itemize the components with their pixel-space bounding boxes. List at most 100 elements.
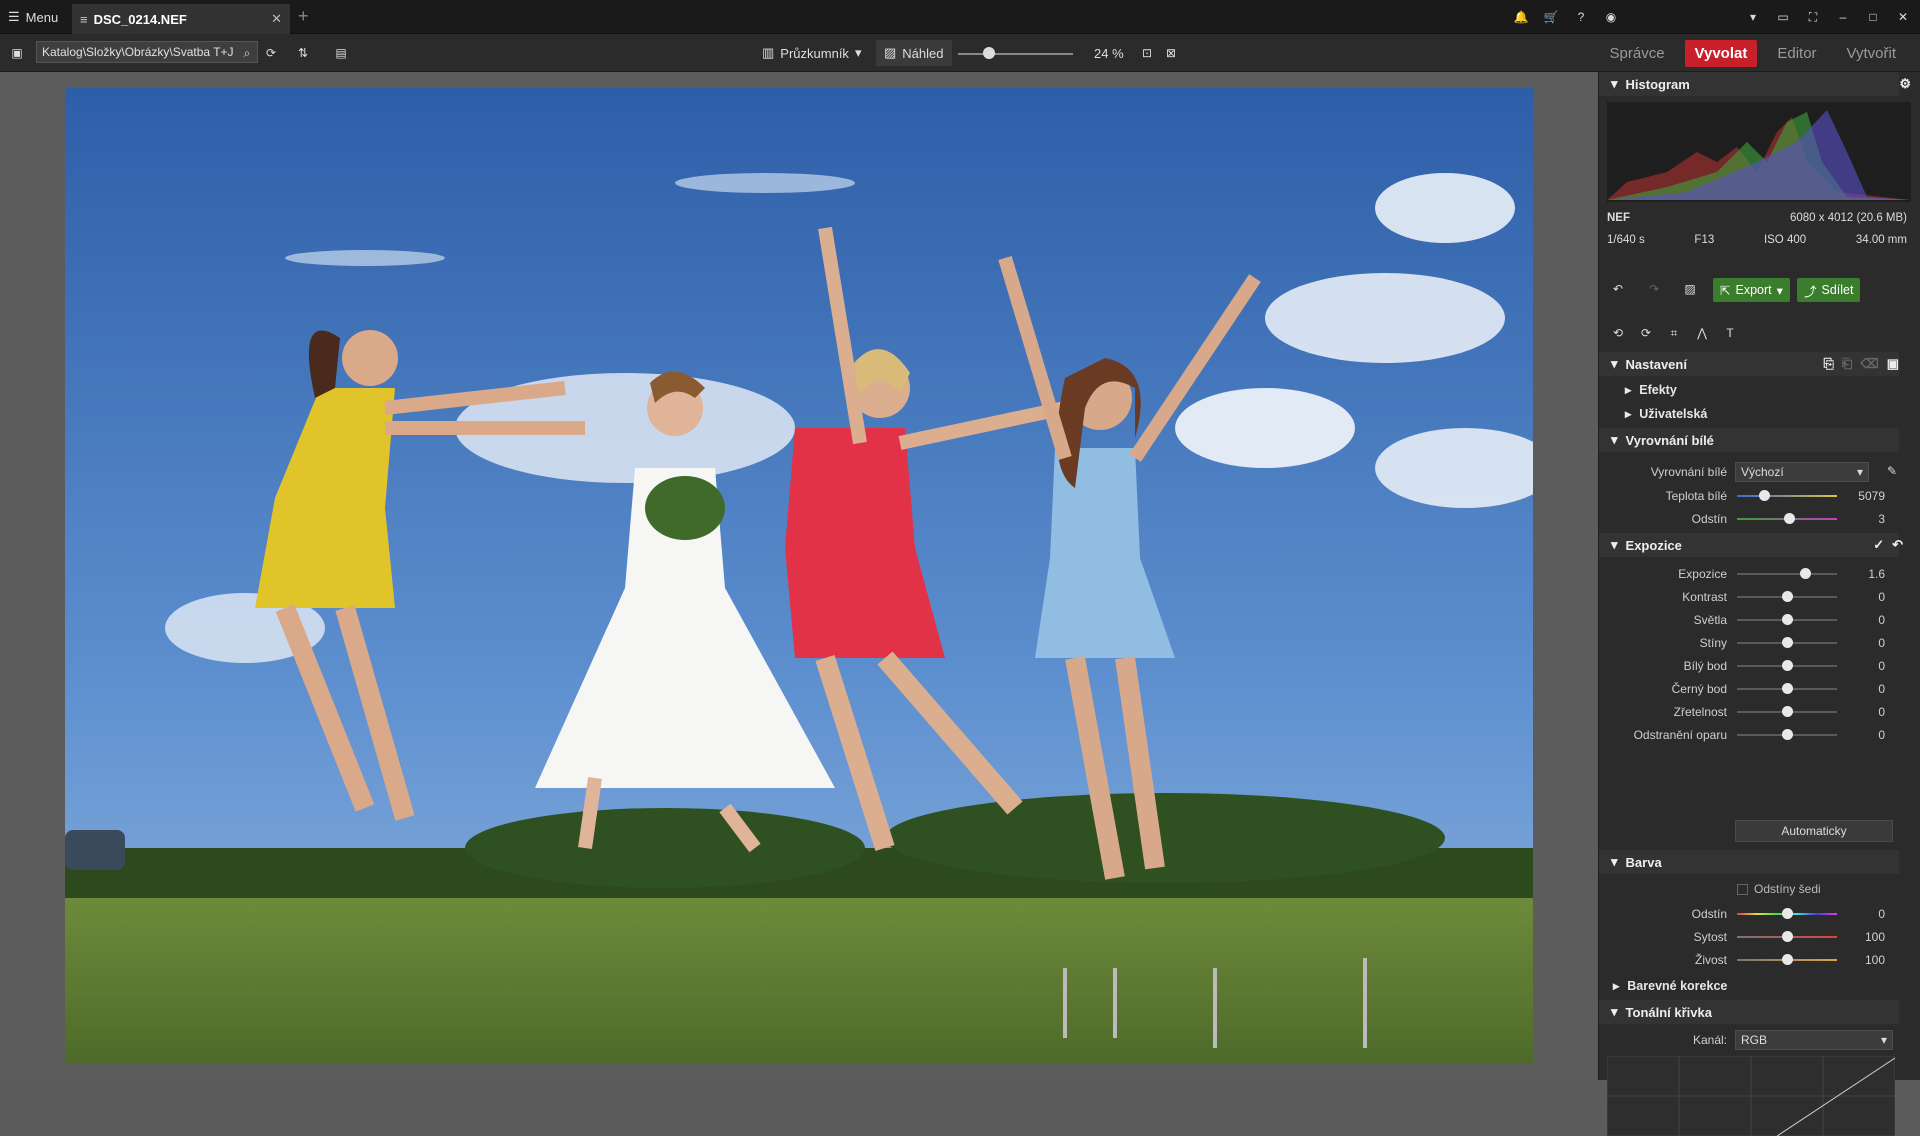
eyedropper-icon[interactable]: ✎ <box>1887 464 1897 478</box>
exposure-3-row: Stíny 0 <box>1599 633 1899 653</box>
grayscale-checkbox[interactable]: Odstíny šedi <box>1737 882 1821 896</box>
minimize-icon[interactable]: – <box>1834 8 1852 26</box>
folder-icon[interactable]: ▤ <box>332 44 350 62</box>
wb-tint-handle[interactable] <box>1784 513 1795 524</box>
channel-value: RGB <box>1741 1033 1768 1047</box>
preview-button[interactable]: ▨ Náhled <box>876 40 952 66</box>
exposure-5-row: Černý bod 0 <box>1599 679 1899 699</box>
wb-temp-handle[interactable] <box>1759 490 1770 501</box>
wb-select[interactable]: Výchozí ▾ <box>1735 462 1869 482</box>
effects-item[interactable]: ▸ Efekty <box>1625 382 1677 398</box>
wb-temp-value[interactable]: 5079 <box>1858 489 1885 503</box>
tone-curve-header[interactable]: ▾ Tonální křivka <box>1599 1000 1899 1024</box>
maximize-icon[interactable]: □ <box>1864 8 1882 26</box>
mode-develop[interactable]: Vyvolat <box>1684 39 1758 67</box>
document-tab[interactable]: ≡ DSC_0214.NEF ✕ <box>72 4 290 34</box>
exposure-3-value[interactable]: 0 <box>1878 636 1885 650</box>
color-1-value[interactable]: 100 <box>1865 930 1885 944</box>
color-header[interactable]: ▾ Barva <box>1599 850 1899 874</box>
path-input[interactable]: Katalog\Složky\Obrázky\Svatba T+J <box>36 41 258 63</box>
close-icon[interactable]: ✕ <box>1894 8 1912 26</box>
tab-close-icon[interactable]: ✕ <box>271 11 282 27</box>
exposure-0-handle[interactable] <box>1800 568 1811 579</box>
tool-row: ⟲ ⟳ ⌗ ⋀ T <box>1609 324 1739 342</box>
reset-icon[interactable]: ↶ <box>1892 537 1903 553</box>
exposure-header[interactable]: ▾ Expozice ✓ ↶ <box>1599 533 1903 557</box>
exposure-5-handle[interactable] <box>1782 683 1793 694</box>
exposure-5-value[interactable]: 0 <box>1878 682 1885 696</box>
exposure-1-handle[interactable] <box>1782 591 1793 602</box>
mode-editor[interactable]: Editor <box>1767 40 1826 67</box>
paste-icon[interactable]: ⎗ <box>1842 356 1852 372</box>
undo-icon[interactable]: ↶ <box>1609 280 1627 298</box>
auto-button[interactable]: Automaticky <box>1735 820 1893 842</box>
color-corrections-item[interactable]: ▸ Barevné korekce <box>1613 978 1727 994</box>
zoom-value: 24 % <box>1094 45 1124 61</box>
menu-button[interactable]: ☰ Menu <box>8 0 58 34</box>
help-icon[interactable]: ? <box>1572 8 1590 26</box>
color-2-handle[interactable] <box>1782 954 1793 965</box>
exposure-6-handle[interactable] <box>1782 706 1793 717</box>
rotate-left-icon[interactable]: ⟲ <box>1609 324 1627 342</box>
exposure-2-value[interactable]: 0 <box>1878 613 1885 627</box>
home-folder-icon[interactable]: ▣ <box>8 44 26 62</box>
color-2-value[interactable]: 100 <box>1865 953 1885 967</box>
monitor-icon[interactable]: ▭ <box>1774 8 1792 26</box>
save-icon[interactable]: ▣ <box>1887 356 1899 372</box>
exposure-7-handle[interactable] <box>1782 729 1793 740</box>
text-icon[interactable]: T <box>1721 324 1739 342</box>
chevron-down-icon[interactable]: ▾ <box>1744 8 1762 26</box>
exposure-7-value[interactable]: 0 <box>1878 728 1885 742</box>
copy-icon[interactable]: ⎘ <box>1824 356 1834 372</box>
exposure-4-value[interactable]: 0 <box>1878 659 1885 673</box>
color-1-handle[interactable] <box>1782 931 1793 942</box>
exposure-0-slider[interactable] <box>1737 573 1837 575</box>
redo-icon[interactable]: ↷ <box>1645 280 1663 298</box>
account-icon[interactable]: ◉ <box>1602 8 1620 26</box>
image-dimensions: 6080 x 4012 (20.6 MB) <box>1790 212 1907 224</box>
wb-tint-value[interactable]: 3 <box>1878 512 1885 526</box>
check-icon[interactable]: ✓ <box>1873 537 1884 553</box>
sort-icon[interactable]: ⇅ <box>294 44 312 62</box>
compare-icon[interactable]: ▨ <box>1681 280 1699 298</box>
fullscreen-icon[interactable]: ⛶ <box>1804 8 1822 26</box>
cart-icon[interactable]: 🛒 <box>1542 8 1560 26</box>
exposure-0-value[interactable]: 1.6 <box>1868 567 1885 581</box>
tone-curve[interactable] <box>1607 1056 1895 1136</box>
share-button[interactable]: ⤴ Sdílet <box>1797 278 1861 302</box>
color-0-handle[interactable] <box>1782 908 1793 919</box>
new-tab-button[interactable]: + <box>298 6 309 27</box>
user-presets-item[interactable]: ▸ Uživatelská <box>1625 406 1707 422</box>
fit-icon[interactable]: ⊠ <box>1162 44 1180 62</box>
exposure-2-handle[interactable] <box>1782 614 1793 625</box>
exposure-3-handle[interactable] <box>1782 637 1793 648</box>
wb-temp-slider[interactable] <box>1737 495 1837 497</box>
zoom-slider[interactable] <box>958 53 1073 55</box>
photo-preview[interactable] <box>65 88 1533 1064</box>
color-0-label: Odstín <box>1691 907 1727 921</box>
chevron-down-icon: ▾ <box>1611 356 1618 371</box>
mode-create[interactable]: Vytvořit <box>1837 40 1906 67</box>
refresh-icon[interactable]: ⟳ <box>262 44 280 62</box>
settings-header[interactable]: ▾ Nastavení ⎘ ⎗ ⌫ ▣ <box>1599 352 1899 376</box>
exposure-1-value[interactable]: 0 <box>1878 590 1885 604</box>
actual-size-icon[interactable]: ⊡ <box>1138 44 1156 62</box>
exposure-6-value[interactable]: 0 <box>1878 705 1885 719</box>
explorer-button[interactable]: ▥ Průzkumník ▾ <box>762 34 861 72</box>
mode-manager[interactable]: Správce <box>1600 40 1675 67</box>
crop-icon[interactable]: ⌗ <box>1665 324 1683 342</box>
chevron-down-icon: ▾ <box>1611 1004 1618 1019</box>
export-button[interactable]: ⇱ Export ▾ <box>1713 278 1790 302</box>
color-0-value[interactable]: 0 <box>1878 907 1885 921</box>
histogram-header[interactable]: ▾ Histogram ⚙ <box>1599 72 1911 96</box>
rotate-right-icon[interactable]: ⟳ <box>1637 324 1655 342</box>
exposure-4-handle[interactable] <box>1782 660 1793 671</box>
search-icon[interactable]: ⌕ <box>238 44 256 62</box>
gear-icon[interactable]: ⚙ <box>1899 76 1911 92</box>
bell-icon[interactable]: 🔔 <box>1512 8 1530 26</box>
channel-select[interactable]: RGB ▾ <box>1735 1030 1893 1050</box>
zoom-slider-handle[interactable] <box>983 47 995 59</box>
wb-header[interactable]: ▾ Vyrovnání bílé <box>1599 428 1899 452</box>
perspective-icon[interactable]: ⋀ <box>1693 324 1711 342</box>
delete-icon[interactable]: ⌫ <box>1860 356 1878 372</box>
